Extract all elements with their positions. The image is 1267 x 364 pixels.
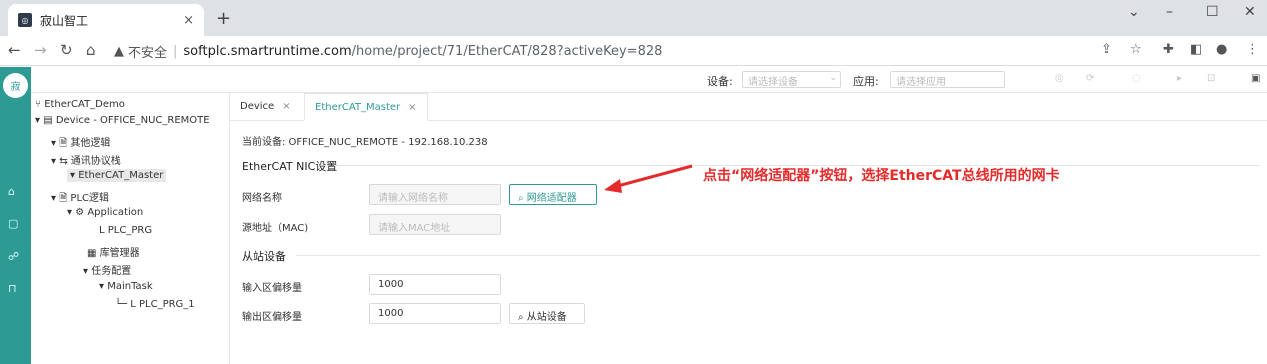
project-tree: ⑂ EtherCAT_Demo ▾ ▤ Device - OFFICE_NUC_… [31,93,230,364]
browser-tab-title: 寂山智工 [40,13,89,28]
tree-project-label: EtherCAT_Demo [44,99,125,110]
toolbar-icon-3[interactable]: ◌ [1132,73,1141,84]
tree-comm-bus-label: 通讯协议栈 [70,156,121,167]
url-path: /home/project/71/EtherCAT/828?activeKey=… [351,43,663,59]
tree-plc-logic[interactable]: ▾ 🗎 PLC逻辑 [51,189,109,208]
url-host: softplc.smartruntime.com [183,43,352,59]
app-select[interactable]: 请选择应用 [890,71,1005,88]
menu-dots-icon[interactable]: ⋮ [1246,42,1259,57]
extensions-icon[interactable]: ✚ [1163,42,1174,57]
tab-device[interactable]: Device × [230,93,301,121]
tree-plc-prg-1-label: PLC_PRG_1 [138,299,195,310]
toolbar-icon-1[interactable]: ◎ [1055,73,1064,84]
window-close-icon[interactable]: ✕ [1244,4,1256,20]
tab-ethercat-master-label: EtherCAT_Master [315,102,401,113]
close-icon[interactable]: × [282,101,290,112]
main-content: Device × EtherCAT_Master × 当前设备: OFFICE_NU… [230,93,1267,364]
forward-icon[interactable]: → [34,41,47,59]
tab-ethercat-master[interactable]: EtherCAT_Master × [304,93,428,121]
divider [296,255,1260,256]
net-adapter-button-label: 网络适配器 [526,193,577,204]
home-nav-icon[interactable]: ⌂ [8,185,15,198]
tree-application-label: Application [87,207,144,218]
package-nav-icon[interactable]: ⊓ [8,282,17,295]
search-icon: ⌕ [518,312,527,323]
device-select-chevron-icon: ⌄ [829,72,838,83]
document-nav-icon[interactable]: ▢ [8,217,18,230]
app-favicon-icon: ◎ [18,13,32,27]
sidepanel-icon[interactable]: ◧ [1190,42,1202,57]
close-tab-icon[interactable]: × [183,13,194,28]
bookmark-star-icon[interactable]: ☆ [1130,42,1142,57]
net-name-input[interactable]: 请输入网络名称 [369,184,501,205]
slave-device-button[interactable]: ⌕ 从站设备 [509,303,585,324]
tree-task-config[interactable]: ▾ 任务配置 [83,262,131,277]
slave-section-title: 从站设备 [242,250,286,263]
tree-other-logic-label: 其他逻辑 [70,138,111,149]
close-icon[interactable]: × [408,102,416,113]
profile-icon[interactable]: ● [1216,42,1227,57]
maximize-icon[interactable]: ☐ [1206,4,1219,20]
device-select-label: 设备: [707,75,733,88]
device-select[interactable]: 请选择设备 [742,71,841,88]
tree-device-label: Device - OFFICE_NUC_REMOTE [55,115,210,126]
tree-plc-prg[interactable]: L PLC_PRG [99,225,152,236]
mac-label: 源地址（MAC) [242,223,309,234]
editor-tabs: Device × EtherCAT_Master × [230,93,1267,121]
minimize-icon[interactable]: – [1166,4,1173,20]
tree-device[interactable]: ▾ ▤ Device - OFFICE_NUC_REMOTE [35,115,210,126]
tree-application[interactable]: ▾ ⚙ Application [67,207,143,218]
net-adapter-button[interactable]: ⌕ 网络适配器 [509,184,597,205]
browser-tabbar: ◎ 寂山智工 × + ⌄ – ☐ ✕ [0,0,1267,36]
address-bar: ← → ↻ ⌂ ▲ 不安全 | softplc.smartruntime.com… [0,36,1267,66]
url-separator: | [173,43,178,59]
tree-project[interactable]: ⑂ EtherCAT_Demo [35,99,125,110]
reload-icon[interactable]: ↻ [60,41,73,59]
app-select-label: 应用: [853,75,879,88]
users-nav-icon[interactable]: ☍ [8,250,19,263]
app-logo: 寂 [3,73,28,98]
tree-main-task-label: MainTask [107,281,153,292]
tree-library-manager-label: 库管理器 [99,248,140,259]
slave-device-button-label: 从站设备 [526,312,567,323]
tab-search-icon[interactable]: ⌄ [1128,4,1140,20]
url-field[interactable]: ▲ 不安全 | softplc.smartruntime.com /home/p… [114,41,662,61]
tab-device-label: Device [240,101,275,112]
app-sidebar: 寂 ⌂ ▢ ☍ ⊓ [0,67,31,364]
back-icon[interactable]: ← [8,41,21,59]
warning-icon: ▲ [114,43,124,59]
toolbar-icon-6[interactable]: ▣ [1251,73,1260,84]
toolbar-icon-5[interactable]: ⊡ [1207,73,1215,84]
tree-library-manager[interactable]: ▦ 库管理器 [87,244,140,259]
annotation-text: 点击“网络适配器”按钮，选择EtherCAT总线所用的网卡 [703,168,1060,184]
mac-input[interactable]: 请输入MAC地址 [369,214,501,235]
output-offset-label: 输出区偏移量 [242,312,302,323]
home-icon[interactable]: ⌂ [86,41,96,59]
net-name-label: 网络名称 [242,193,282,204]
new-tab-button[interactable]: + [216,8,231,29]
annotation-arrow-icon [604,164,693,193]
tree-plc-prg-1[interactable]: └─ L PLC_PRG_1 [115,299,195,310]
tree-ethercat-master[interactable]: ▾ EtherCAT_Master [67,169,167,182]
tree-comm-bus[interactable]: ▾ ⇆ 通讯协议栈 [51,152,121,167]
current-device: 当前设备: OFFICE_NUC_REMOTE - 192.168.10.238 [242,137,488,148]
tree-ethercat-master-label: EtherCAT_Master [78,170,164,181]
share-icon[interactable]: ⇪ [1101,42,1112,57]
output-offset-field[interactable]: 1000 [369,303,501,324]
input-offset-label: 输入区偏移量 [242,283,302,294]
app-toolbar: 设备: 请选择设备 ⌄ 应用: 请选择应用 ◎ ⟳ ◌ ▸ ⊡ ▣ [31,67,1267,93]
search-icon: ⌕ [518,193,527,204]
tree-other-logic[interactable]: ▾ 🗎 其他逻辑 [51,134,110,153]
tree-main-task[interactable]: ▾ MainTask [99,281,153,292]
nic-section-title: EtherCAT NIC设置 [242,160,338,173]
input-offset-field[interactable]: 1000 [369,274,501,295]
tree-task-config-label: 任务配置 [91,266,132,277]
toolbar-icon-2[interactable]: ⟳ [1086,73,1094,84]
tree-plc-logic-label: PLC逻辑 [70,193,110,204]
tree-plc-prg-label: PLC_PRG [107,225,153,236]
toolbar-play-icon[interactable]: ▸ [1177,73,1182,84]
security-label: 不安全 [128,45,168,61]
browser-tab[interactable]: ◎ 寂山智工 × [8,4,204,36]
